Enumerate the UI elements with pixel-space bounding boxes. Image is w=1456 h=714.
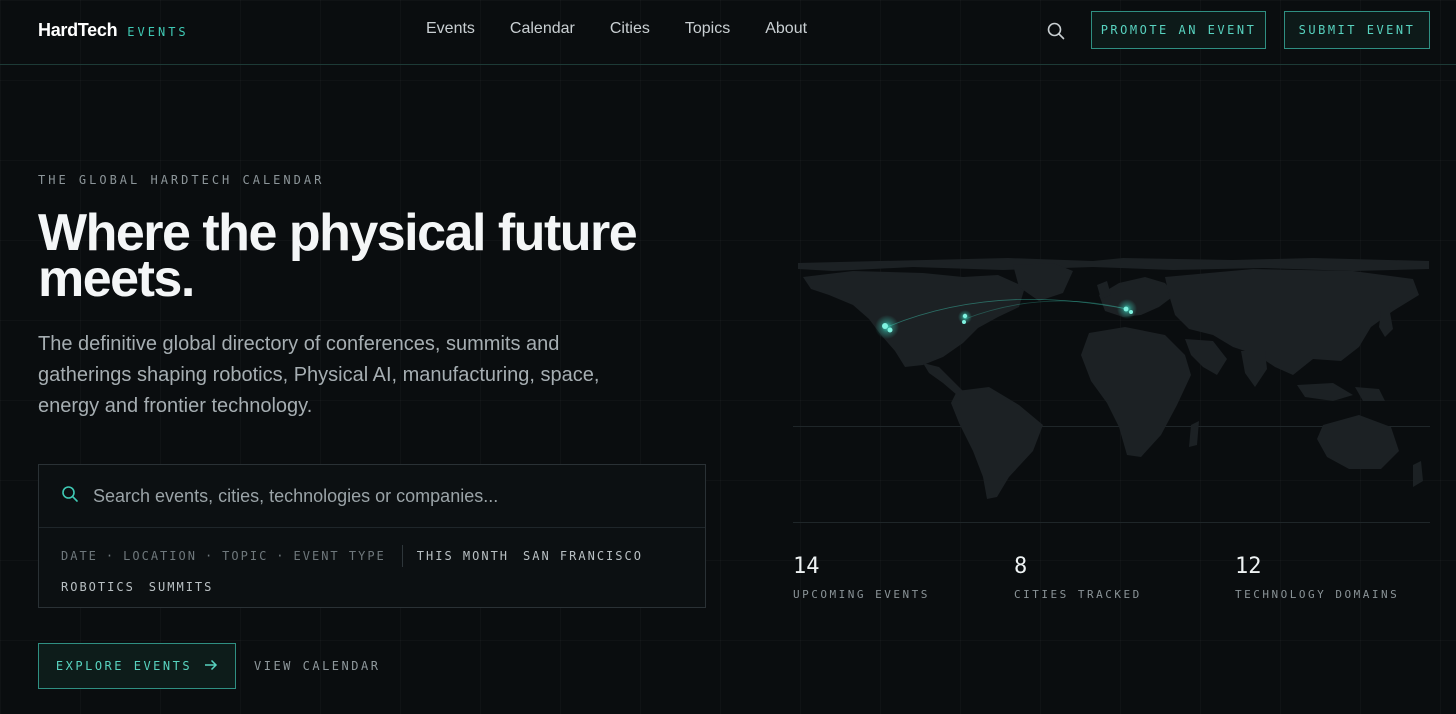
chip-san-francisco[interactable]: SAN FRANCISCO — [523, 549, 643, 563]
filter-topic[interactable]: TOPIC — [222, 549, 268, 563]
explore-events-label: EXPLORE EVENTS — [55, 659, 193, 673]
nav-link-topics[interactable]: Topics — [685, 20, 730, 38]
explore-events-button[interactable]: EXPLORE EVENTS — [38, 643, 236, 689]
stats-divider — [793, 522, 1430, 523]
filter-separator: · — [204, 549, 215, 563]
marker-europe[interactable] — [1123, 306, 1129, 312]
filter-date[interactable]: DATE — [61, 549, 98, 563]
chip-summits[interactable]: SUMMITS — [149, 580, 214, 594]
filter-separator: · — [105, 549, 116, 563]
stat-value: 8 — [1014, 554, 1028, 579]
stat-upcoming-events: 14 UPCOMING EVENTS — [793, 554, 930, 601]
nav-links: Events Calendar Cities Topics About — [426, 20, 807, 38]
filter-area: DATE · LOCATION · TOPIC · EVENT TYPE THI… — [39, 528, 705, 597]
search-icon[interactable] — [1046, 21, 1066, 41]
marker-boston[interactable] — [962, 313, 968, 319]
brand-tag: EVENTS — [127, 25, 189, 39]
brand-name: HardTech — [38, 20, 118, 40]
chip-robotics[interactable]: ROBOTICS — [61, 580, 135, 594]
view-calendar-link[interactable]: VIEW CALENDAR — [254, 659, 380, 673]
filter-separator: · — [276, 549, 286, 563]
chip-this-month[interactable]: THIS MONTH — [417, 549, 509, 563]
filter-location[interactable]: LOCATION — [123, 549, 197, 563]
nav-link-calendar[interactable]: Calendar — [510, 20, 575, 38]
nav-link-events[interactable]: Events — [426, 20, 475, 38]
chip-row: ROBOTICS SUMMITS — [61, 577, 683, 597]
filter-row: DATE · LOCATION · TOPIC · EVENT TYPE THI… — [61, 545, 683, 567]
marker-los-angeles[interactable] — [887, 327, 893, 333]
filter-event-type[interactable]: EVENT TYPE — [294, 549, 386, 563]
stat-label: CITIES TRACKED — [1014, 588, 1142, 601]
headline-line-2: meets. — [38, 250, 195, 308]
top-nav: HardTech EVENTS Events Calendar Cities T… — [0, 0, 1456, 65]
stat-value: 12 — [1235, 554, 1262, 579]
search-icon — [61, 485, 79, 508]
hero-headline: Where the physical future meets. — [38, 207, 718, 305]
submit-event-button[interactable]: SUBMIT EVENT — [1284, 11, 1430, 49]
stat-technology-domains: 12 TECHNOLOGY DOMAINS — [1235, 554, 1399, 601]
search-panel: Search events, cities, technologies or c… — [38, 464, 706, 608]
map-landmasses — [798, 258, 1429, 499]
nav-link-about[interactable]: About — [765, 20, 807, 38]
promote-event-button[interactable]: PROMOTE AN EVENT — [1091, 11, 1266, 49]
stat-cities-tracked: 8 CITIES TRACKED — [1014, 554, 1142, 601]
nav-link-cities[interactable]: Cities — [610, 20, 650, 38]
hero-eyebrow: THE GLOBAL HARDTECH CALENDAR — [38, 173, 325, 187]
search-input[interactable]: Search events, cities, technologies or c… — [39, 465, 705, 528]
stat-value: 14 — [793, 554, 820, 579]
search-placeholder: Search events, cities, technologies or c… — [93, 485, 499, 506]
arrow-right-icon — [204, 659, 218, 674]
marker-san-francisco[interactable] — [882, 323, 888, 329]
hero-subtext: The definitive global directory of confe… — [38, 333, 600, 417]
world-map — [798, 258, 1429, 499]
filter-divider — [401, 545, 403, 567]
brand-logo[interactable]: HardTech EVENTS — [38, 20, 189, 41]
marker-new-york[interactable] — [962, 320, 966, 324]
marker-europe-2[interactable] — [1129, 310, 1133, 314]
stat-label: UPCOMING EVENTS — [793, 588, 930, 601]
stat-label: TECHNOLOGY DOMAINS — [1235, 588, 1400, 601]
